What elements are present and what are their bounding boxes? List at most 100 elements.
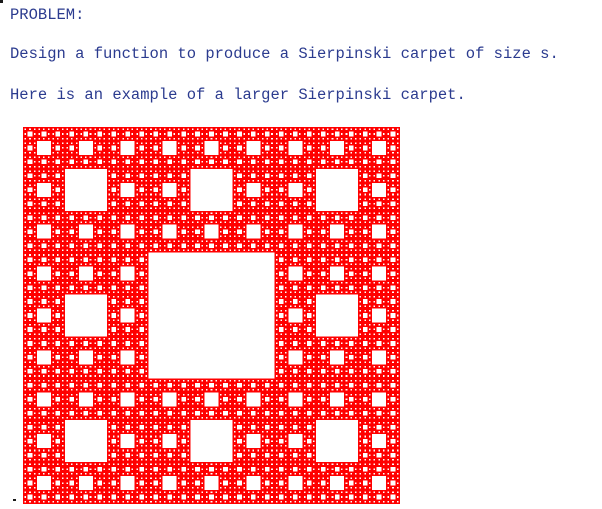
carpet-hole [285, 426, 287, 428]
carpet-hole [94, 417, 96, 419]
carpet-hole [108, 319, 110, 321]
carpet-hole [303, 454, 306, 456]
carpet-hole [69, 466, 75, 472]
carpet-hole [303, 198, 306, 200]
carpet-hole [89, 282, 92, 284]
carpet-hole [145, 291, 148, 293]
carpet-hole [29, 421, 31, 424]
carpet-hole [376, 369, 382, 374]
carpet-hole [97, 215, 103, 221]
carpet-hole [99, 137, 101, 140]
carpet-hole [47, 249, 50, 252]
carpet-hole [275, 314, 278, 317]
carpet-hole [33, 268, 36, 270]
carpet-hole [145, 216, 148, 219]
carpet-hole [24, 407, 27, 410]
carpet-hole [234, 445, 236, 447]
carpet-hole [55, 159, 61, 165]
carpet-hole [136, 137, 138, 140]
carpet-hole [313, 379, 315, 382]
carpet-hole [57, 472, 59, 475]
carpet-hole [187, 435, 189, 438]
carpet-hole [89, 286, 92, 289]
carpet-hole [306, 229, 312, 235]
carpet-hole [313, 230, 315, 233]
carpet-hole [322, 151, 324, 154]
carpet-hole [387, 133, 390, 135]
carpet-hole [299, 421, 301, 424]
carpet-hole [382, 305, 385, 307]
carpet-hole [285, 263, 287, 266]
carpet-hole [373, 128, 376, 131]
carpet-hole [47, 342, 50, 345]
carpet-hole [78, 224, 93, 239]
carpet-hole [359, 342, 362, 345]
carpet-hole [27, 452, 33, 458]
carpet-hole [75, 500, 78, 503]
carpet-hole [368, 179, 371, 182]
carpet-hole [117, 156, 120, 159]
carpet-hole [355, 254, 357, 256]
carpet-hole [196, 142, 199, 145]
carpet-hole [261, 417, 264, 419]
carpet-hole [313, 179, 315, 182]
carpet-hole [173, 463, 176, 466]
carpet-hole [57, 417, 59, 419]
carpet-hole [345, 230, 348, 233]
carpet-hole [33, 212, 36, 214]
carpet-hole [61, 421, 64, 424]
carpet-hole [103, 370, 106, 373]
carpet-hole [303, 365, 306, 368]
carpet-hole [43, 347, 45, 349]
carpet-hole [368, 351, 371, 354]
carpet-hole [373, 179, 376, 182]
carpet-hole [364, 249, 366, 252]
carpet-hole [387, 272, 390, 275]
carpet-hole [181, 410, 186, 416]
carpet-hole [36, 266, 51, 281]
carpet-hole [94, 491, 96, 494]
carpet-hole [150, 449, 152, 452]
carpet-hole [38, 421, 41, 424]
carpet-hole [243, 417, 245, 419]
carpet-hole [29, 417, 31, 419]
carpet-hole [396, 179, 399, 182]
carpet-hole [178, 463, 180, 466]
carpet-hole [313, 282, 315, 284]
carpet-hole [308, 375, 311, 377]
carpet-hole [94, 356, 96, 359]
carpet-hole [80, 365, 82, 368]
carpet-hole [322, 263, 324, 266]
carpet-hole [99, 128, 101, 131]
carpet-hole [209, 243, 214, 249]
carpet-hole [66, 133, 68, 135]
carpet-hole [182, 156, 185, 159]
carpet-hole [280, 310, 283, 312]
carpet-hole [139, 257, 145, 262]
carpet-hole [327, 500, 329, 503]
carpet-hole [41, 131, 47, 137]
carpet-hole [376, 215, 382, 221]
carpet-hole [89, 389, 92, 391]
carpet-hole [266, 417, 269, 419]
carpet-hole [334, 285, 340, 290]
carpet-hole [330, 476, 345, 491]
carpet-hole [243, 454, 245, 456]
carpet-hole [378, 463, 380, 466]
carpet-hole [364, 226, 366, 228]
carpet-hole [122, 258, 124, 261]
carpet-hole [275, 431, 278, 433]
carpet-hole [122, 333, 124, 335]
carpet-hole [327, 486, 329, 489]
carpet-hole [182, 198, 185, 200]
carpet-hole [33, 244, 36, 247]
carpet-hole [89, 249, 92, 252]
carpet-hole [288, 140, 303, 155]
carpet-hole [24, 291, 27, 293]
carpet-hole [33, 342, 36, 345]
carpet-hole [120, 140, 135, 155]
carpet-hole [52, 403, 55, 405]
carpet-hole [178, 449, 180, 452]
carpet-hole [182, 389, 185, 391]
carpet-hole [336, 491, 338, 494]
